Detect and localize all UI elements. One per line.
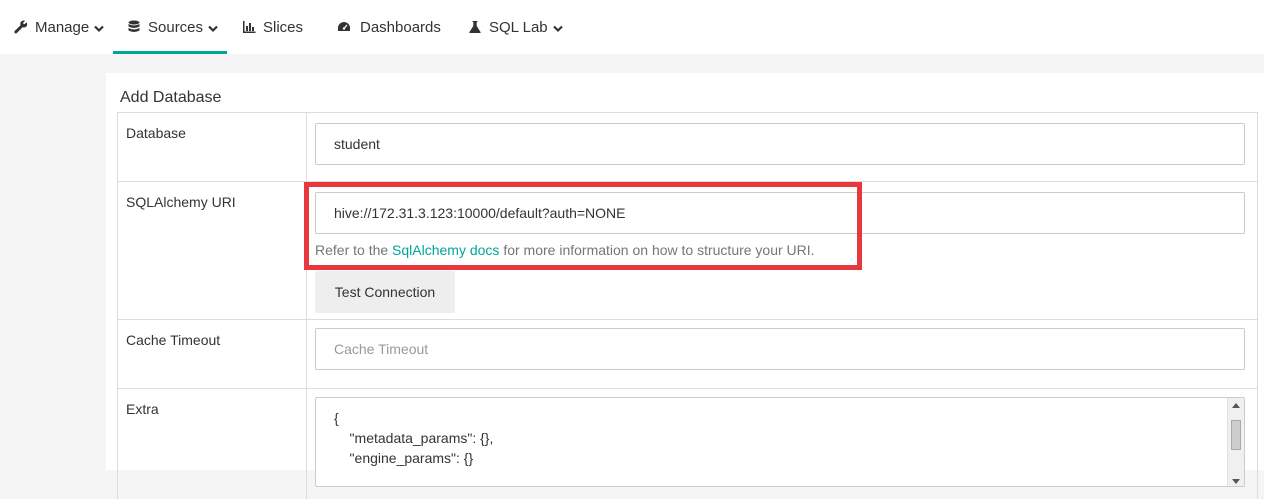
form-row-extra: Extra { "metadata_params": {}, "engine_p… <box>117 389 1258 499</box>
cache-timeout-label: Cache Timeout <box>118 320 307 388</box>
help-text-after: for more information on how to structure… <box>499 242 815 258</box>
nav-sql-lab[interactable]: SQL Lab <box>468 0 563 54</box>
extra-line: "engine_params": {} <box>334 450 474 466</box>
database-icon <box>128 20 140 32</box>
add-database-panel: Add Database Database student SQLAlchemy… <box>106 73 1264 499</box>
extra-line: "metadata_params": {}, <box>334 430 494 446</box>
wrench-icon <box>14 20 28 34</box>
bar-chart-icon <box>243 21 256 33</box>
form-row-sqlalchemy-uri: SQLAlchemy URI hive://172.31.3.123:10000… <box>117 182 1258 320</box>
form-row-cache-timeout: Cache Timeout Cache Timeout <box>117 320 1258 389</box>
nav-manage-label: Manage <box>35 18 90 36</box>
chevron-down-icon <box>94 25 104 32</box>
nav-sources-label: Sources <box>148 18 204 36</box>
chevron-down-icon <box>208 25 218 32</box>
nav-sql-lab-label: SQL Lab <box>489 18 548 36</box>
nav-sources[interactable]: Sources <box>113 0 227 54</box>
nav-manage[interactable]: Manage <box>14 0 104 54</box>
sqlalchemy-uri-field[interactable]: hive://172.31.3.123:10000/default?auth=N… <box>315 192 1245 234</box>
nav-slices-label: Slices <box>263 18 304 36</box>
nav-slices[interactable]: Slices <box>242 0 303 54</box>
nav-dashboards[interactable]: Dashboards <box>337 0 441 54</box>
dashboard-icon <box>338 22 350 31</box>
help-text-before: Refer to the <box>315 242 393 258</box>
test-connection-button[interactable]: Test Connection <box>315 271 455 313</box>
database-label: Database <box>118 113 307 181</box>
nav-dashboards-label: Dashboards <box>360 18 441 36</box>
page-title: Add Database <box>120 89 222 106</box>
scroll-thumb[interactable] <box>1231 420 1241 450</box>
database-field[interactable]: student <box>315 123 1245 165</box>
sqlalchemy-uri-help: Refer to the SqlAlchemy docs for more in… <box>315 242 815 258</box>
extra-line: { <box>334 410 339 426</box>
extra-label: Extra <box>118 389 307 499</box>
scroll-up-icon[interactable] <box>1232 403 1240 408</box>
sqlalchemy-uri-label: SQLAlchemy URI <box>118 182 307 319</box>
chevron-down-icon <box>552 25 563 32</box>
top-navbar: Manage Sources Slices Dashboards SQL Lab <box>0 0 1264 54</box>
sqlalchemy-docs-link[interactable]: SqlAlchemy docs <box>392 242 499 258</box>
form-row-database: Database student <box>117 113 1258 182</box>
extra-textarea[interactable]: { "metadata_params": {}, "engine_params"… <box>315 397 1245 487</box>
database-form: Database student SQLAlchemy URI hive://1… <box>117 112 1258 499</box>
flask-icon <box>469 21 481 33</box>
textarea-scrollbar[interactable] <box>1227 398 1244 486</box>
cache-timeout-field[interactable]: Cache Timeout <box>315 328 1245 370</box>
scroll-down-icon[interactable] <box>1232 479 1240 484</box>
